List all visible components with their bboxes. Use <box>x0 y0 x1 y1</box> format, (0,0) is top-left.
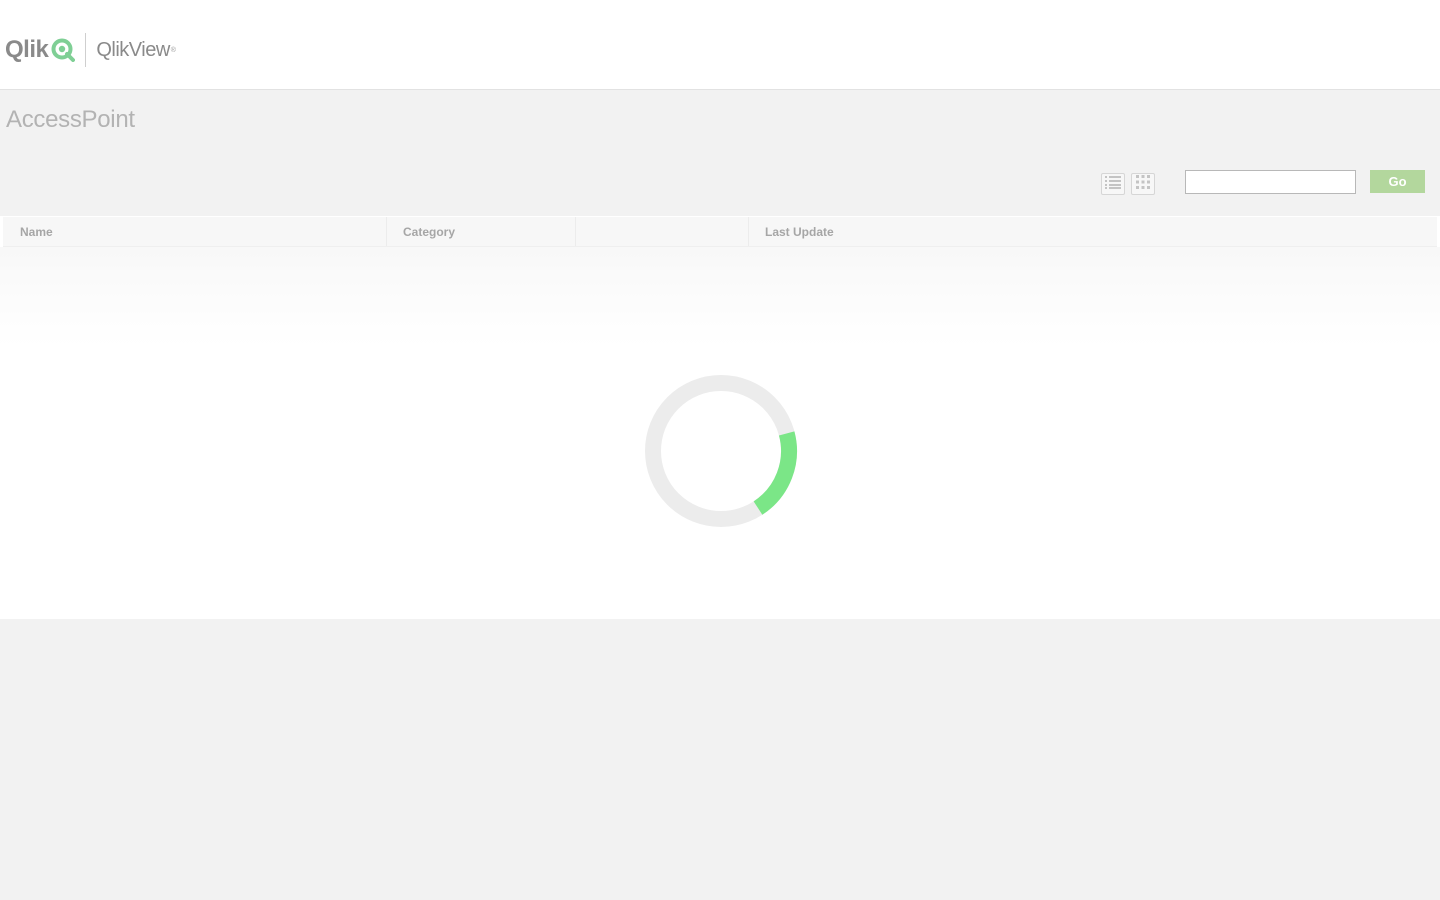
column-header-last-update[interactable]: Last Update <box>748 217 1437 246</box>
table-header: Name Category Last Update <box>3 217 1437 247</box>
content-fade <box>0 247 1440 347</box>
column-header-name[interactable]: Name <box>3 217 386 246</box>
product-trademark: ® <box>170 46 176 54</box>
go-button[interactable]: Go <box>1370 170 1425 193</box>
spinner-arc <box>645 375 797 527</box>
brand[interactable]: Qlik QlikView ® <box>5 33 176 67</box>
search-input[interactable] <box>1185 170 1356 194</box>
grid-view-icon <box>1135 174 1151 195</box>
list-view-icon <box>1104 174 1122 195</box>
page-title: AccessPoint <box>6 106 135 133</box>
qlik-logo-icon <box>51 38 76 62</box>
qlik-logo-text: Qlik <box>5 36 49 63</box>
brand-divider <box>85 33 87 67</box>
column-header-blank[interactable] <box>575 217 748 246</box>
product-name: QlikView <box>96 39 170 61</box>
list-view-button[interactable] <box>1101 173 1125 195</box>
loading-spinner <box>644 374 798 528</box>
grid-view-button[interactable] <box>1131 173 1155 195</box>
column-header-category[interactable]: Category <box>386 217 575 246</box>
app-header: Qlik QlikView ® <box>0 0 1440 90</box>
